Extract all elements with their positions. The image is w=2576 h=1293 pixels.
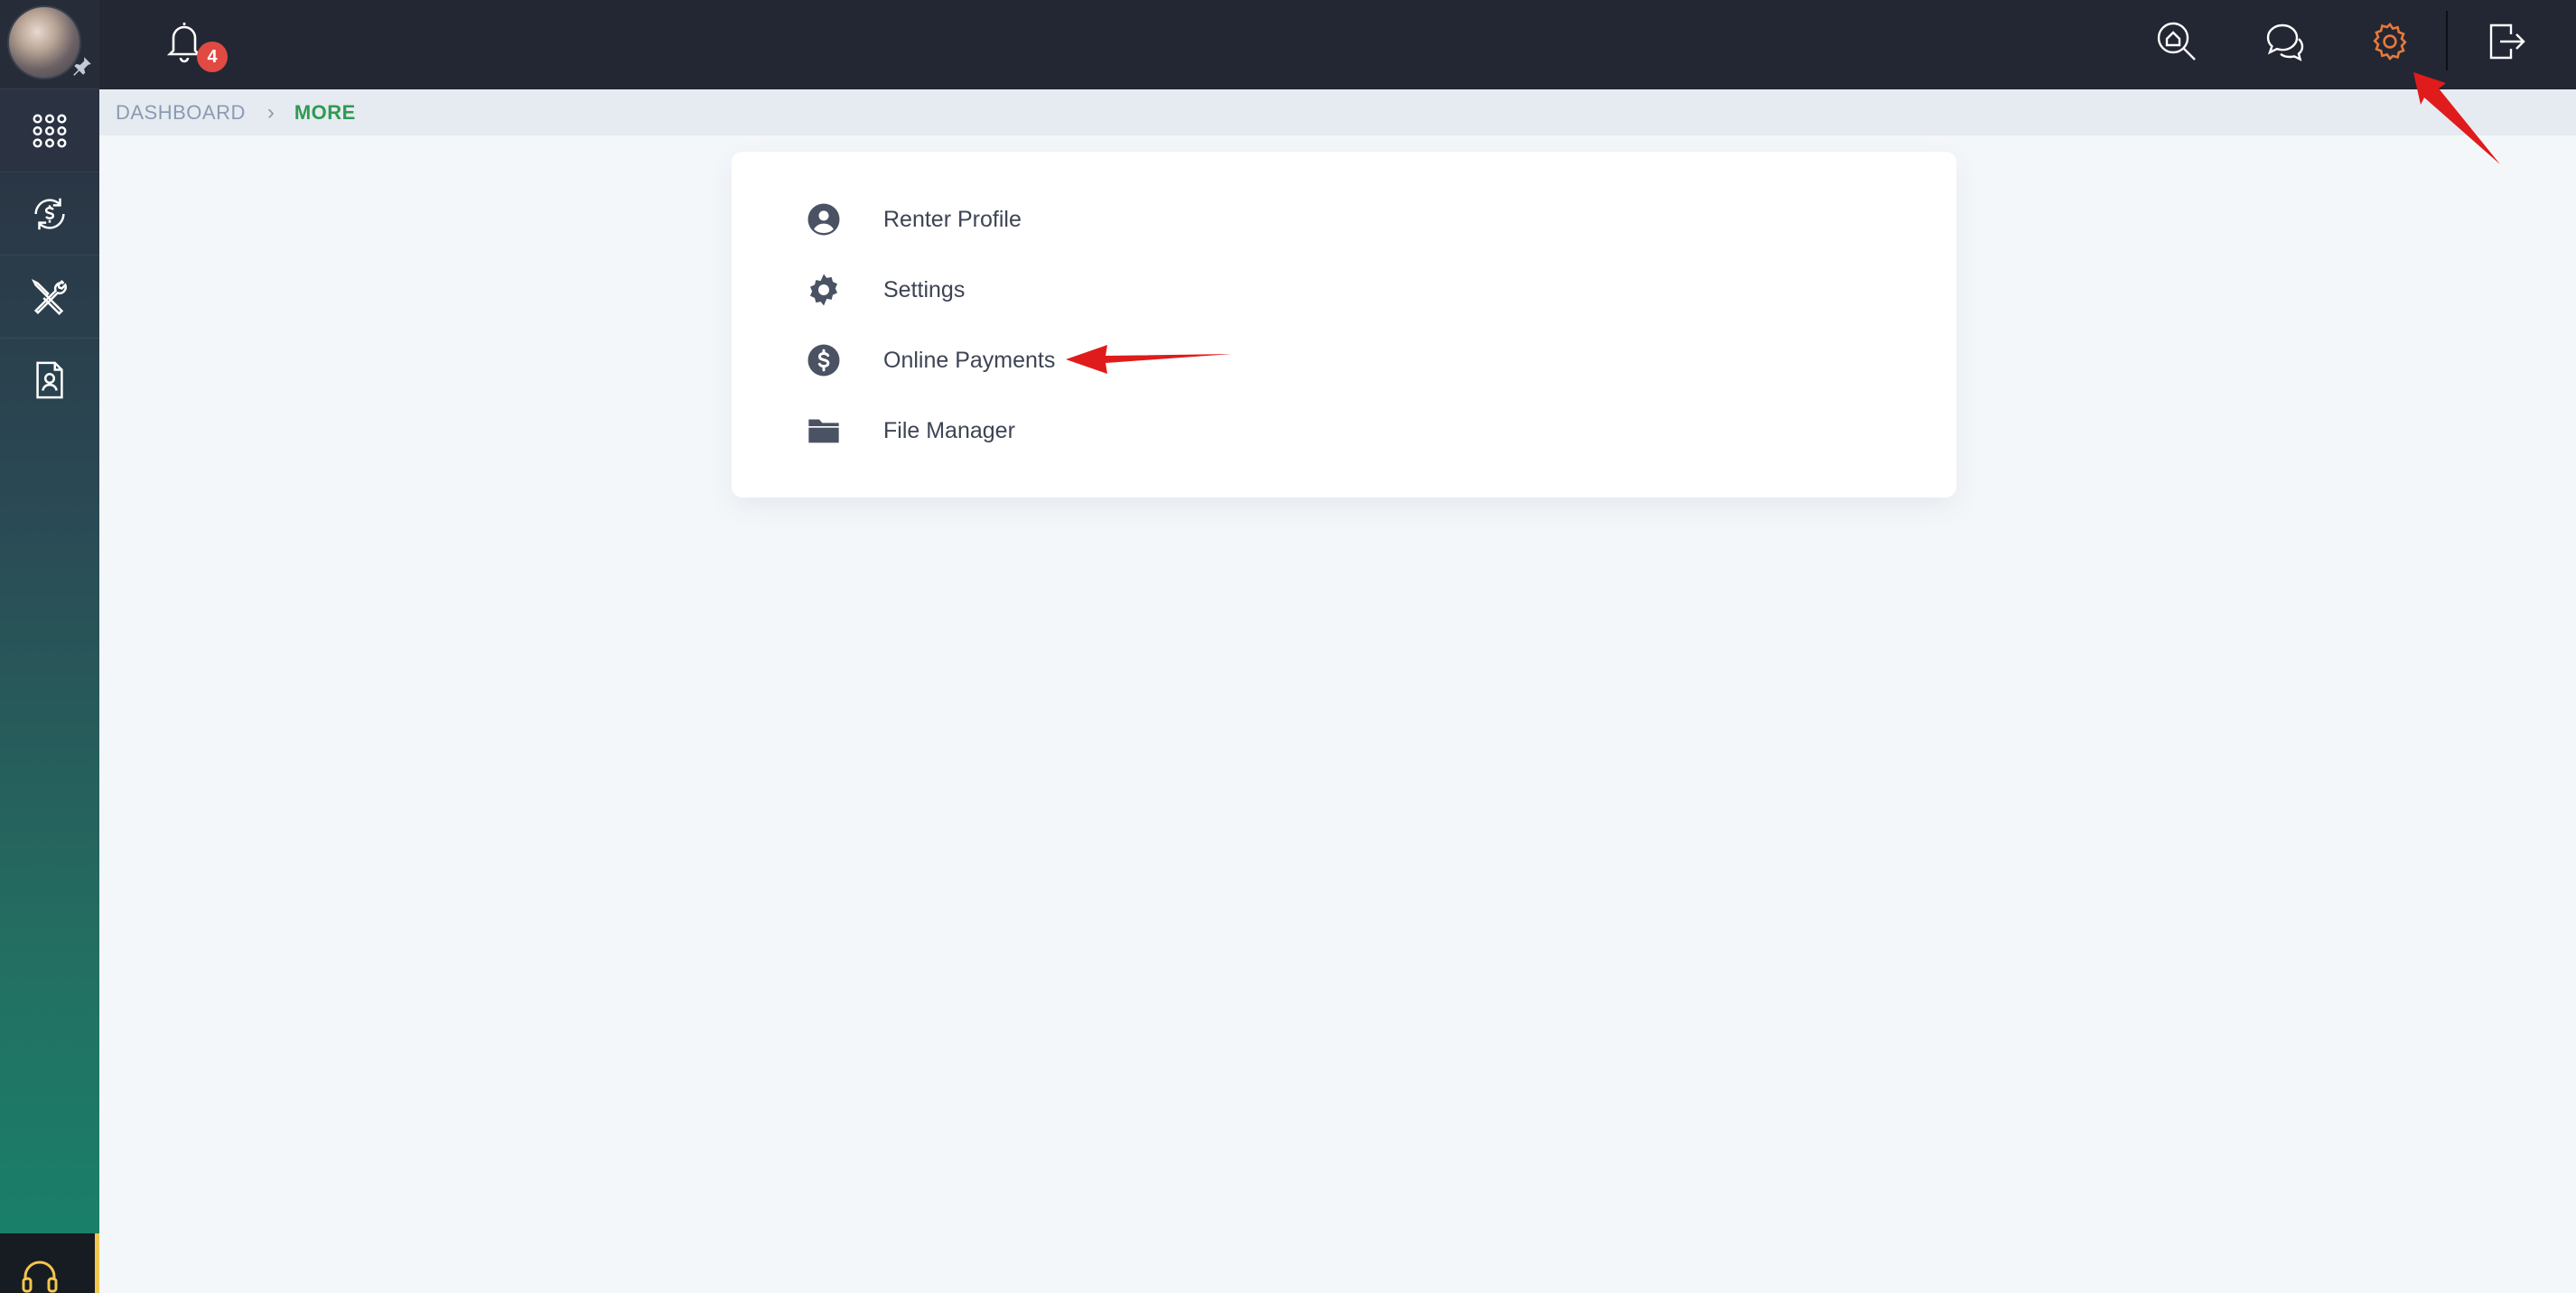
user-avatar-area[interactable] — [0, 0, 99, 88]
sidebar-item-apps[interactable] — [0, 88, 99, 172]
messages-button[interactable] — [2263, 20, 2306, 63]
menu-item-file-manager[interactable]: File Manager — [806, 408, 1015, 453]
chat-icon — [2266, 23, 2304, 61]
menu-item-renter-profile[interactable]: Renter Profile — [806, 197, 1022, 242]
menu-item-settings[interactable]: Settings — [806, 267, 965, 312]
support-accent — [95, 1233, 99, 1293]
notification-count-badge: 4 — [197, 42, 228, 72]
sidebar-item-payments[interactable] — [0, 172, 99, 255]
menu-item-online-payments[interactable]: Online Payments — [806, 338, 1055, 383]
property-search-button[interactable] — [2155, 20, 2198, 63]
chevron-right-icon: › — [266, 99, 275, 125]
support-button[interactable] — [0, 1233, 99, 1293]
user-circle-icon — [806, 201, 842, 237]
breadcrumb-current: MORE — [294, 100, 356, 124]
logout-icon — [2489, 23, 2525, 60]
menu-item-label: Settings — [883, 276, 966, 302]
logout-button[interactable] — [2484, 20, 2527, 63]
menu-item-label: Renter Profile — [883, 206, 1022, 232]
menu-item-label: File Manager — [883, 417, 1015, 443]
apps-grid-icon — [33, 114, 67, 147]
settings-button[interactable] — [2368, 20, 2412, 63]
sidebar-item-maintenance[interactable] — [0, 255, 99, 338]
headset-icon — [22, 1260, 58, 1293]
contact-document-icon — [36, 361, 63, 398]
breadcrumb-dashboard-link[interactable]: DASHBOARD — [116, 101, 246, 125]
dollar-circle-icon — [806, 342, 842, 378]
tools-icon — [31, 278, 67, 315]
sidebar — [0, 0, 99, 1293]
menu-item-label: Online Payments — [883, 347, 1056, 373]
payments-cycle-icon — [34, 198, 65, 229]
gear-icon — [806, 272, 842, 308]
pin-icon[interactable] — [70, 54, 94, 78]
more-menu-card: Renter Profile Settings Online Payments … — [732, 152, 1956, 498]
sidebar-item-contacts[interactable] — [0, 338, 99, 421]
top-bar: 4 — [99, 0, 2576, 89]
folder-icon — [806, 413, 842, 449]
breadcrumb: DASHBOARD › MORE — [99, 89, 2576, 135]
gear-icon — [2373, 23, 2407, 60]
home-search-icon — [2157, 22, 2196, 60]
topbar-divider — [2446, 11, 2448, 70]
